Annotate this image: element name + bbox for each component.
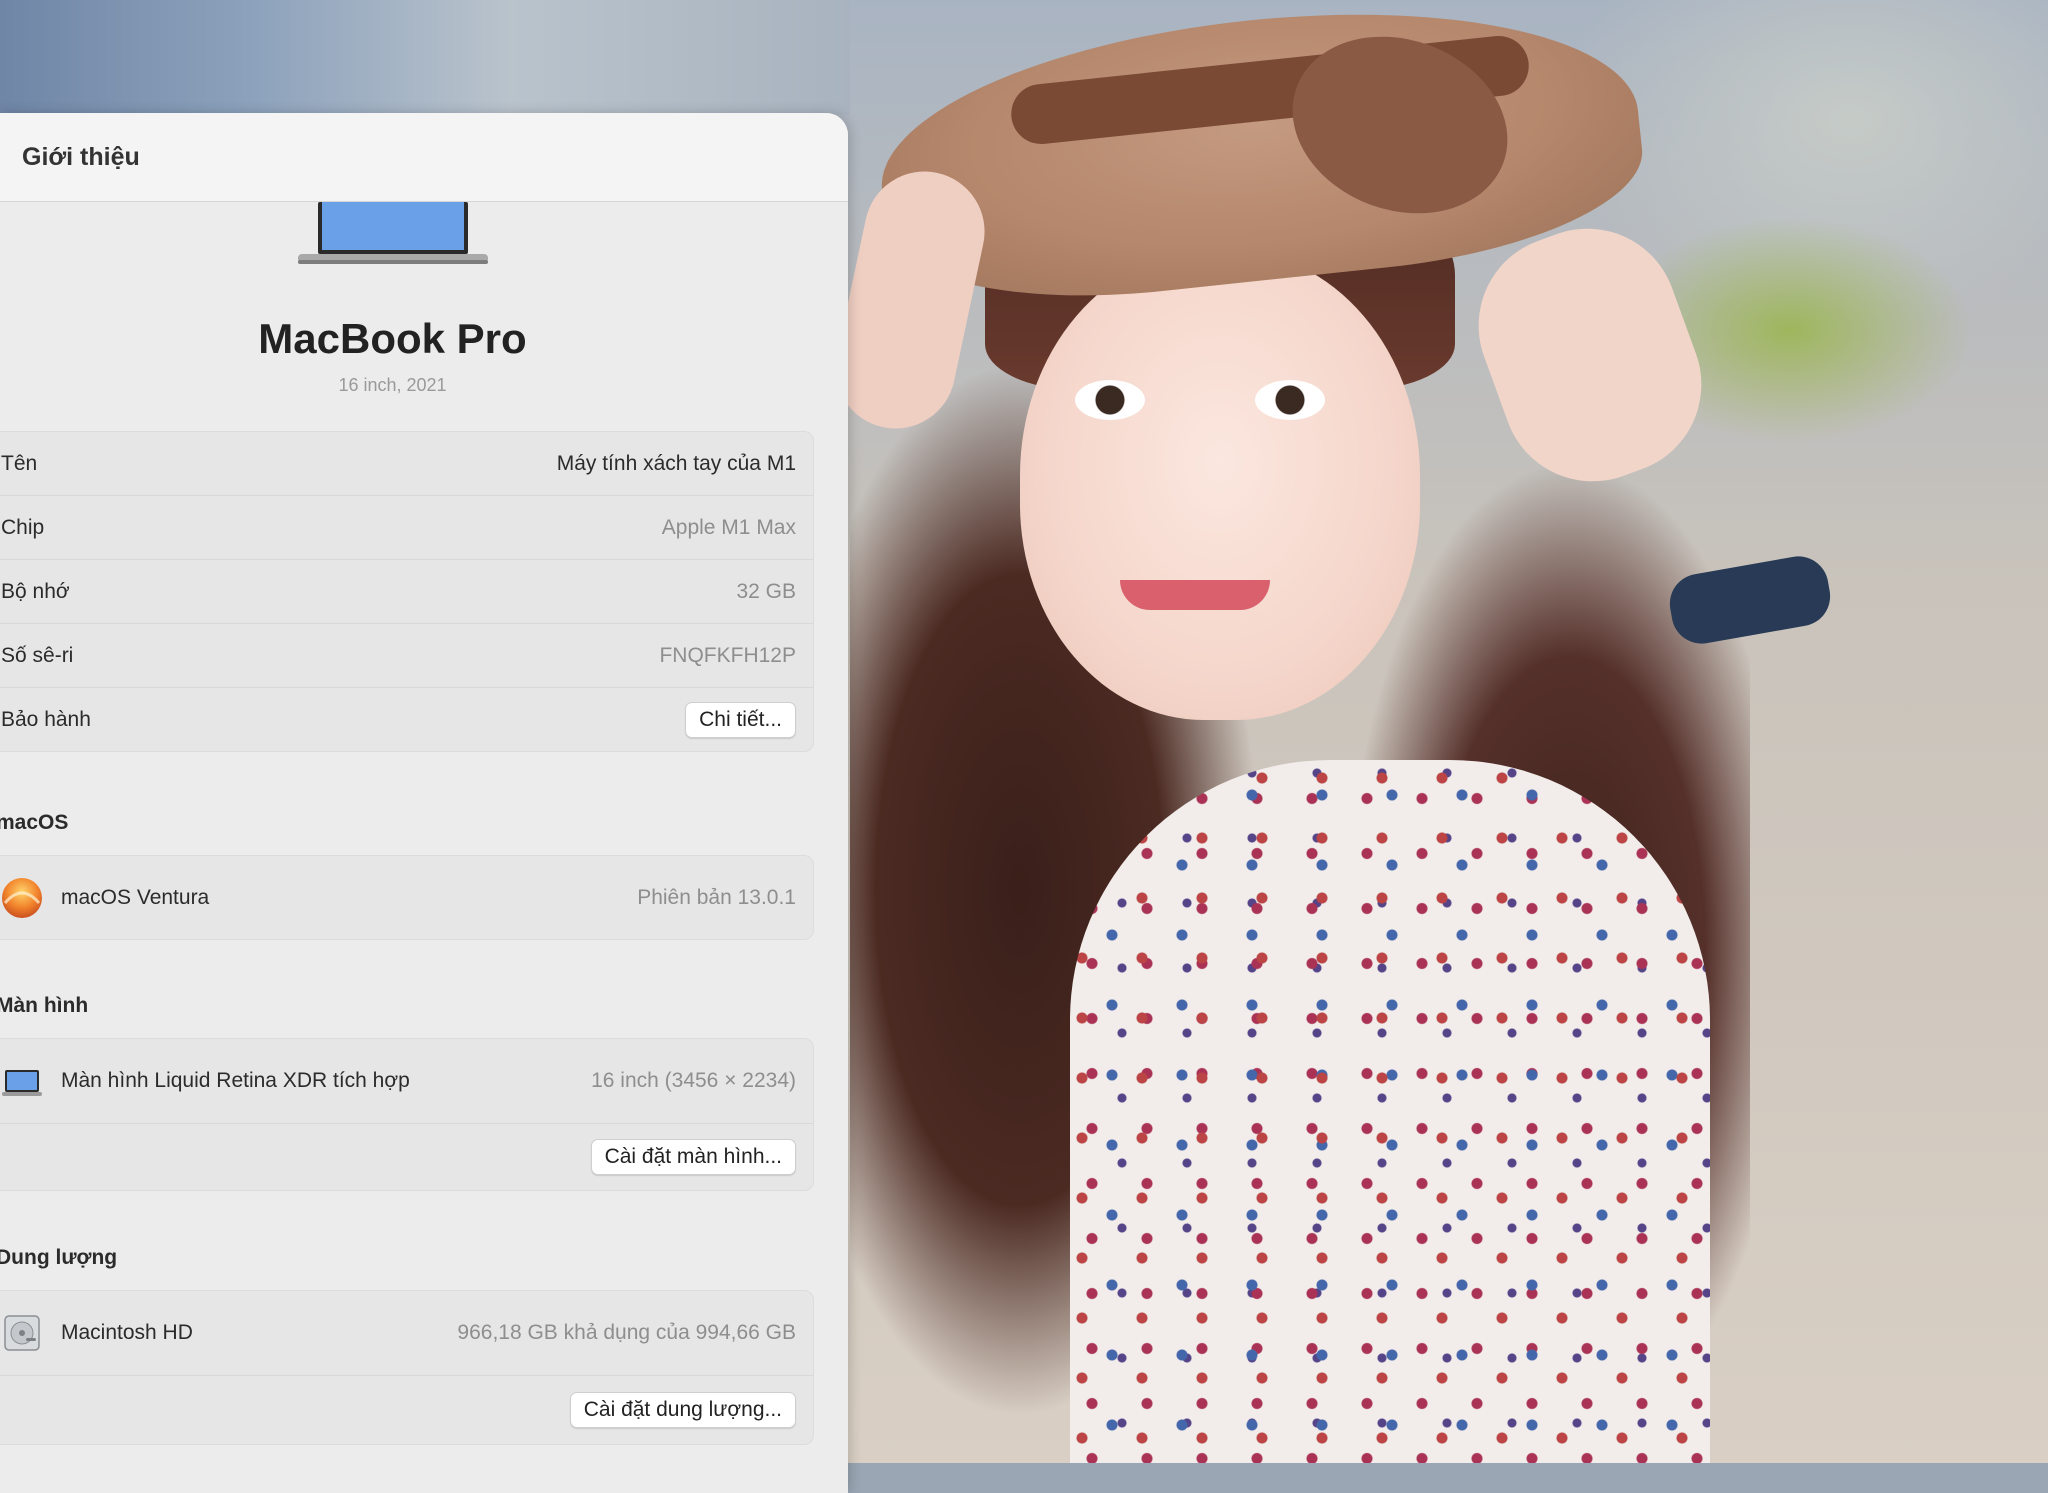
- storage-row: Macintosh HD 966,18 GB khả dụng của 994,…: [0, 1291, 813, 1376]
- spec-row-serial: Số sê-ri FNQFKFH12P: [0, 624, 813, 688]
- hard-disk-icon: [4, 1315, 40, 1351]
- spec-value: Apple M1 Max: [661, 515, 796, 539]
- photo-eye-left: [1075, 380, 1145, 420]
- spec-group: Tên Máy tính xách tay của M1 Chip Apple …: [0, 431, 814, 752]
- laptop-icon: [298, 202, 488, 264]
- warranty-details-button[interactable]: Chi tiết...: [685, 701, 796, 738]
- spec-row-warranty: Bảo hành Chi tiết...: [0, 688, 813, 751]
- spec-row-name: Tên Máy tính xách tay của M1: [0, 432, 813, 496]
- device-name: MacBook Pro: [258, 315, 527, 362]
- display-settings-button[interactable]: Cài đặt màn hình...: [590, 1139, 796, 1175]
- spec-value: FNQFKFH12P: [659, 643, 796, 667]
- macos-name: macOS Ventura: [61, 885, 210, 909]
- photo-mouth: [1120, 580, 1270, 610]
- display-icon: [2, 1070, 42, 1096]
- spec-value[interactable]: Máy tính xách tay của M1: [557, 452, 796, 476]
- spec-label: Tên: [1, 451, 38, 475]
- spec-row-memory: Bộ nhớ 32 GB: [0, 560, 813, 624]
- display-heading: Màn hình: [0, 994, 89, 1017]
- spec-label: Số sê-ri: [1, 643, 74, 667]
- window-title: Giới thiệu: [22, 142, 140, 171]
- display-size: 16 inch (3456 × 2234): [591, 1069, 796, 1092]
- device-subtitle: 16 inch, 2021: [338, 375, 447, 395]
- spec-label: Bảo hành: [1, 707, 91, 731]
- macos-group: macOS Ventura Phiên bản 13.0.1: [0, 855, 814, 940]
- storage-heading: Dung lượng: [0, 1246, 118, 1269]
- macos-row: macOS Ventura Phiên bản 13.0.1: [0, 856, 813, 939]
- spec-value: 32 GB: [736, 579, 796, 603]
- storage-name: Macintosh HD: [61, 1321, 193, 1344]
- display-settings-row: Cài đặt màn hình...: [0, 1124, 813, 1190]
- photo-eye-right: [1255, 380, 1325, 420]
- storage-capacity: 966,18 GB khả dụng của 994,66 GB: [457, 1321, 796, 1344]
- about-window: Giới thiệu MacBook Pro 16 inch, 2021 Tên…: [0, 113, 848, 1493]
- storage-settings-row: Cài đặt dung lượng...: [0, 1376, 813, 1444]
- macos-version: Phiên bản 13.0.1: [637, 885, 796, 909]
- macos-heading: macOS: [0, 811, 69, 834]
- photo-face: [1020, 250, 1420, 720]
- storage-settings-button[interactable]: Cài đặt dung lượng...: [569, 1392, 796, 1428]
- display-row: Màn hình Liquid Retina XDR tích hợp 16 i…: [0, 1039, 813, 1124]
- spec-label: Chip: [1, 515, 45, 539]
- macos-ventura-icon: [2, 877, 42, 918]
- storage-group: Macintosh HD 966,18 GB khả dụng của 994,…: [0, 1290, 814, 1445]
- window-titlebar[interactable]: Giới thiệu: [0, 113, 848, 202]
- spec-label: Bộ nhớ: [1, 579, 70, 603]
- photo-shirt: [1070, 760, 1710, 1463]
- display-name: Màn hình Liquid Retina XDR tích hợp: [61, 1069, 410, 1092]
- photo-backdrop: [0, 0, 850, 115]
- display-group: Màn hình Liquid Retina XDR tích hợp 16 i…: [0, 1038, 814, 1191]
- spec-row-chip: Chip Apple M1 Max: [0, 496, 813, 560]
